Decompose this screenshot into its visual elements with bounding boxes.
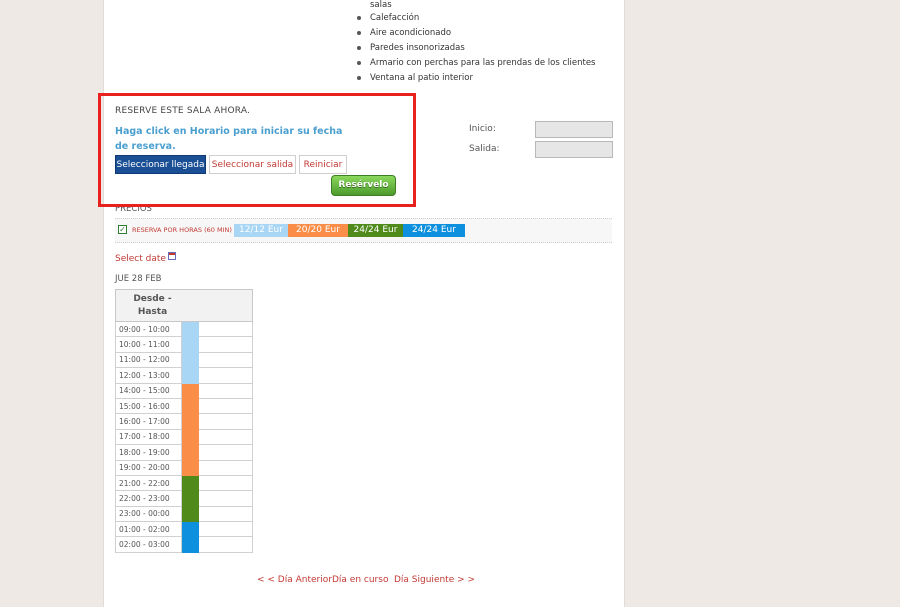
schedule-time: 15:00 - 16:00: [115, 397, 182, 415]
schedule-slot[interactable]: [198, 444, 253, 461]
schedule-header: Desde - Hasta: [115, 289, 253, 322]
schedule-row[interactable]: 10:00 - 11:00: [115, 336, 253, 353]
schedule-row[interactable]: 18:00 - 19:00: [115, 444, 253, 461]
schedule-row[interactable]: 21:00 - 22:00: [115, 474, 253, 492]
select-date-label: Select date: [115, 254, 166, 264]
schedule-slot[interactable]: [198, 413, 253, 430]
price-tag: 12/12 Eur: [234, 224, 288, 237]
schedule-time: 10:00 - 11:00: [115, 336, 182, 353]
schedule-rate-cell: [181, 320, 199, 338]
schedule-rate-cell: [181, 336, 199, 353]
schedule-time: 17:00 - 18:00: [115, 428, 182, 446]
end-input[interactable]: [535, 141, 613, 158]
schedule-row[interactable]: 14:00 - 15:00: [115, 382, 253, 399]
schedule-slot[interactable]: [198, 459, 253, 476]
current-day-link[interactable]: Día en curso: [332, 575, 388, 585]
schedule-row[interactable]: 15:00 - 16:00: [115, 397, 253, 415]
price-tag: 20/20 Eur: [288, 224, 348, 237]
schedule-rate-cell: [181, 397, 199, 415]
schedule-rate-cell: [181, 351, 199, 369]
schedule-slot[interactable]: [198, 382, 253, 399]
schedule-row[interactable]: 12:00 - 13:00: [115, 367, 253, 384]
highlight-box: [98, 93, 416, 207]
price-tag: 24/24 Eur: [403, 224, 465, 237]
schedule-body: 09:00 - 10:00 10:00 - 11:00 11:00 - 12:00 1…: [115, 320, 253, 553]
select-date-link[interactable]: Select date: [115, 252, 176, 264]
schedule-slot[interactable]: [198, 521, 253, 538]
start-label: Inicio:: [469, 124, 496, 134]
calendar-icon[interactable]: [167, 252, 176, 260]
schedule-rate-cell: [181, 413, 199, 430]
content-panel: salas Calefacción Aire acondicionado Par…: [103, 0, 625, 607]
price-tag: 24/24 Eur: [348, 224, 403, 237]
prices-bar: ✓ RESERVA POR HORAS (60 MIN) 12/12 Eur 2…: [115, 218, 612, 243]
schedule-time: 18:00 - 19:00: [115, 444, 182, 461]
date-title: JUE 28 FEB: [115, 274, 162, 284]
schedule-time: 14:00 - 15:00: [115, 382, 182, 399]
schedule-rate-cell: [181, 521, 199, 538]
schedule-rate-cell: [181, 505, 199, 523]
schedule-rate-cell: [181, 444, 199, 461]
schedule-slot[interactable]: [198, 320, 253, 338]
schedule-rate-cell: [181, 474, 199, 492]
feature-item: Aire acondicionado: [356, 26, 596, 41]
feature-item: salas: [370, 0, 392, 10]
rate-label: RESERVA POR HORAS (60 MIN): [132, 226, 232, 234]
schedule-row[interactable]: 02:00 - 03:00: [115, 536, 253, 553]
schedule-time: 11:00 - 12:00: [115, 351, 182, 369]
feature-item: Ventana al patio interior: [356, 71, 596, 86]
schedule-table: Desde - Hasta 09:00 - 10:00 10:00 - 11:00…: [115, 289, 253, 553]
schedule-rate-cell: [181, 536, 199, 553]
previous-day-link[interactable]: < < Día Anterior: [257, 575, 332, 585]
schedule-slot[interactable]: [198, 536, 253, 553]
schedule-time: 19:00 - 20:00: [115, 459, 182, 476]
feature-item: Calefacción: [356, 11, 596, 26]
schedule-rate-cell: [181, 428, 199, 446]
features-list: salas Calefacción Aire acondicionado Par…: [356, 0, 596, 86]
next-day-link[interactable]: Día Siguiente > >: [394, 575, 475, 585]
schedule-time: 22:00 - 23:00: [115, 490, 182, 507]
end-label: Salida:: [469, 144, 500, 154]
schedule-row[interactable]: 22:00 - 23:00: [115, 490, 253, 507]
schedule-slot[interactable]: [198, 336, 253, 353]
schedule-row[interactable]: 23:00 - 00:00: [115, 505, 253, 523]
schedule-time: 02:00 - 03:00: [115, 536, 182, 553]
schedule-time: 09:00 - 10:00: [115, 320, 182, 338]
schedule-slot[interactable]: [198, 490, 253, 507]
schedule-slot[interactable]: [198, 474, 253, 492]
schedule-row[interactable]: 11:00 - 12:00: [115, 351, 253, 369]
schedule-time: 21:00 - 22:00: [115, 474, 182, 492]
schedule-slot[interactable]: [198, 397, 253, 415]
schedule-time: 01:00 - 02:00: [115, 521, 182, 538]
schedule-row[interactable]: 19:00 - 20:00: [115, 459, 253, 476]
schedule-rate-cell: [181, 382, 199, 399]
schedule-time: 12:00 - 13:00: [115, 367, 182, 384]
schedule-time: 23:00 - 00:00: [115, 505, 182, 523]
schedule-rate-cell: [181, 367, 199, 384]
schedule-slot[interactable]: [198, 367, 253, 384]
rate-checkbox[interactable]: ✓: [118, 225, 127, 234]
feature-item: Armario con perchas para las prendas de …: [356, 56, 596, 71]
schedule-rate-cell: [181, 490, 199, 507]
schedule-slot[interactable]: [198, 428, 253, 446]
schedule-row[interactable]: 09:00 - 10:00: [115, 320, 253, 338]
start-input[interactable]: [535, 121, 613, 138]
schedule-rate-cell: [181, 459, 199, 476]
feature-item: Paredes insonorizadas: [356, 41, 596, 56]
schedule-header-row: Desde - Hasta: [115, 289, 253, 322]
schedule-slot[interactable]: [198, 351, 253, 369]
schedule-row[interactable]: 01:00 - 02:00: [115, 521, 253, 538]
schedule-time: 16:00 - 17:00: [115, 413, 182, 430]
schedule-row[interactable]: 16:00 - 17:00: [115, 413, 253, 430]
schedule-header-label: Desde - Hasta: [133, 293, 172, 317]
schedule-row[interactable]: 17:00 - 18:00: [115, 428, 253, 446]
schedule-slot[interactable]: [198, 505, 253, 523]
